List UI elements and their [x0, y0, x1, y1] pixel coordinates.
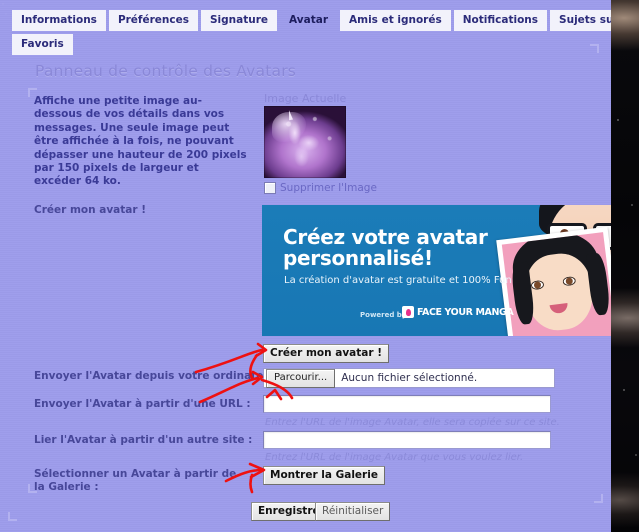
upload-from-url-label: Envoyer l'Avatar à partir d'une URL : [34, 398, 251, 410]
tab-preferences[interactable]: Préférences [108, 10, 198, 31]
browse-button[interactable]: Parcourir... [266, 368, 336, 388]
banner-subline: La création d'avatar est gratuite et 100… [284, 275, 512, 286]
tab-notifications[interactable]: Notifications [453, 10, 548, 31]
tab-bar: Informations Préférences Signature Avata… [12, 10, 611, 58]
file-status-text: Aucun fichier sélectionné. [341, 372, 478, 384]
brand-name: FACE YOUR MANGA [417, 306, 514, 318]
delete-image-checkbox[interactable] [264, 182, 276, 194]
forum-page-panel: Informations Préférences Signature Avata… [0, 0, 611, 532]
reset-button[interactable]: Réinitialiser [315, 502, 391, 521]
arrow-to-create-avatar-button [194, 348, 264, 374]
corner-mark [594, 494, 603, 503]
tab-avatar[interactable]: Avatar [280, 10, 337, 31]
manga-photo-frame [496, 226, 611, 336]
avatar-link-input[interactable] [263, 431, 551, 449]
page-title: Panneau de contrôle des Avatars [35, 62, 297, 80]
current-image-caption: Image Actuelle [264, 92, 347, 105]
show-gallery-button[interactable]: Montrer la Galerie [263, 466, 385, 485]
tab-informations[interactable]: Informations [12, 10, 106, 31]
gallery-label: Sélectionner un Avatar à partir de la Ga… [34, 468, 237, 493]
tab-amis-et-ignores[interactable]: Amis et ignorés [340, 10, 451, 31]
corner-mark [8, 512, 17, 521]
face-your-manga-logo: FACE YOUR MANGA [402, 306, 514, 318]
avatar-link-hint: Entrez l'URL de l'image Avatar que vous … [265, 452, 524, 463]
tab-row-primary: Informations Préférences Signature Avata… [12, 10, 611, 31]
create-avatar-label: Créer mon avatar ! [34, 204, 146, 216]
banner-powered-by: Powered by [360, 311, 407, 319]
face-your-manga-banner[interactable]: Créez votre avatar personnalisé! La créa… [262, 205, 611, 336]
avatar-description: Affiche une petite image au-dessous de v… [34, 95, 247, 188]
avatar-url-input[interactable] [263, 395, 551, 413]
manga-badge-icon [402, 306, 414, 318]
screenshot-root: Informations Préférences Signature Avata… [0, 0, 639, 532]
delete-image-label: Supprimer l'Image [280, 182, 377, 194]
link-from-site-label: Lier l'Avatar à partir d'un autre site : [34, 434, 253, 446]
unicorn-body [278, 116, 334, 172]
upload-from-computer-label: Envoyer l'Avatar depuis votre ordinateur… [34, 370, 284, 382]
create-avatar-button[interactable]: Créer mon avatar ! [263, 344, 389, 363]
avatar-url-hint: Entrez l'URL de l'image Avatar, elle ser… [265, 417, 560, 428]
banner-headline: Créez votre avatar personnalisé! [283, 225, 488, 270]
delete-image-row[interactable]: Supprimer l'Image [264, 182, 377, 194]
tab-signature[interactable]: Signature [201, 10, 278, 31]
tab-sujets-surveilles[interactable]: Sujets surveillés [550, 10, 611, 31]
tab-favoris[interactable]: Favoris [12, 34, 73, 55]
avatar-file-input[interactable]: Parcourir... Aucun fichier sélectionné. [263, 368, 555, 388]
current-avatar-image [264, 106, 346, 178]
tab-row-secondary: Favoris [12, 34, 596, 55]
